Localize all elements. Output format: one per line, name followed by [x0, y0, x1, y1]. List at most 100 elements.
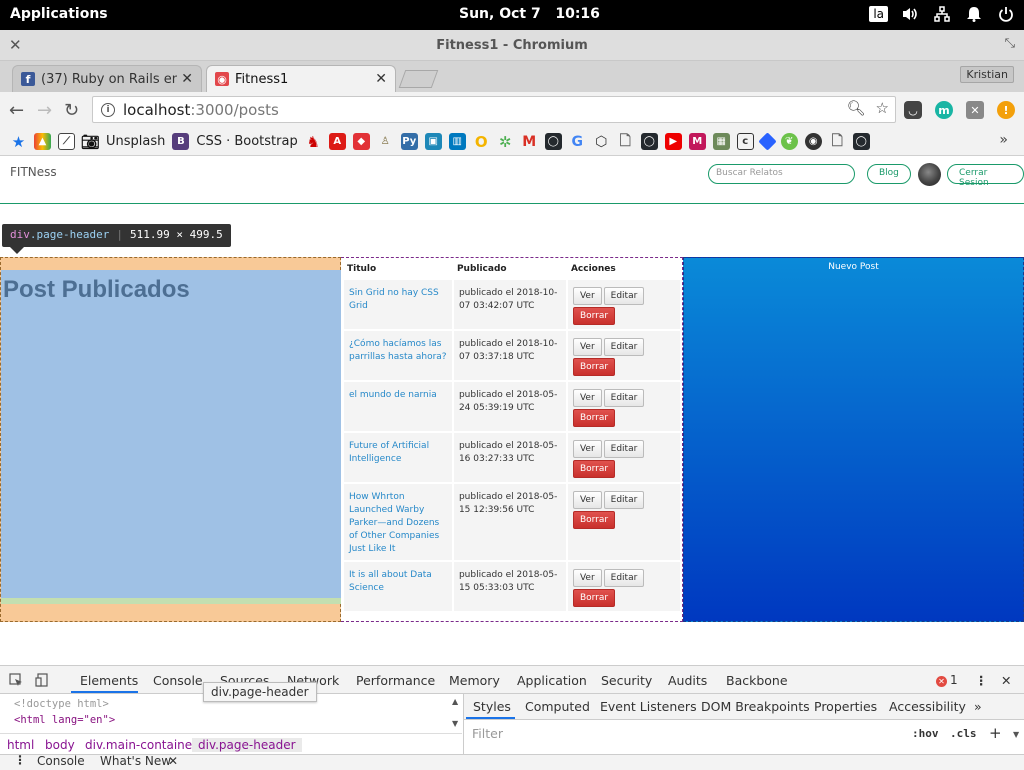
- tab-close-icon[interactable]: ✕: [181, 71, 193, 87]
- diamond-icon[interactable]: [758, 132, 777, 151]
- bookmark-css-bootstrap[interactable]: CSS · Bootstrap: [196, 134, 297, 149]
- new-tab-button[interactable]: [398, 70, 439, 88]
- network-icon[interactable]: [932, 4, 952, 24]
- codepen-icon[interactable]: ⬡: [593, 133, 610, 150]
- styles-filter-input[interactable]: [466, 722, 902, 744]
- clock[interactable]: Sun, Oct 7 10:16: [459, 6, 600, 22]
- figure-icon[interactable]: ♙: [377, 133, 394, 150]
- zoom-search-icon[interactable]: 🔍︎: [847, 99, 866, 117]
- tab-audits[interactable]: Audits: [668, 673, 707, 688]
- tab-security[interactable]: Security: [601, 673, 652, 688]
- gmail-icon[interactable]: M: [521, 133, 538, 150]
- view-button[interactable]: Ver: [572, 287, 602, 305]
- alert-extension-icon[interactable]: !: [997, 101, 1015, 119]
- mercury-icon[interactable]: m: [935, 101, 953, 119]
- edit-button[interactable]: Editar: [603, 440, 645, 458]
- page-header-highlight[interactable]: Post Publicados: [0, 257, 341, 622]
- drawer-tab-close-icon[interactable]: ✕: [168, 754, 178, 768]
- forward-arrow-icon[interactable]: →: [37, 100, 52, 121]
- inspect-element-icon[interactable]: [9, 673, 23, 690]
- extension-x-icon[interactable]: ✕: [966, 101, 984, 119]
- tab-console[interactable]: Console: [153, 673, 203, 688]
- tab-styles[interactable]: Styles: [473, 699, 511, 714]
- python-icon[interactable]: Py: [400, 133, 418, 150]
- edit-button[interactable]: Editar: [603, 338, 645, 356]
- bookmark-unsplash[interactable]: Unsplash: [106, 134, 165, 149]
- tab-event-listeners[interactable]: Event Listeners: [600, 699, 697, 714]
- address-bar[interactable]: i localhost:3000/posts 🔍︎ ☆: [92, 96, 896, 123]
- view-button[interactable]: Ver: [572, 338, 602, 356]
- post-title-link[interactable]: It is all about Data Science: [344, 562, 452, 611]
- devtools-close-icon[interactable]: ✕: [1001, 673, 1011, 688]
- dom-html-node[interactable]: <html lang="en">: [14, 714, 115, 726]
- post-title-link[interactable]: ¿Cómo hacíamos las parrillas hasta ahora…: [344, 331, 452, 380]
- tab-application[interactable]: Application: [517, 673, 587, 688]
- edit-button[interactable]: Editar: [603, 287, 645, 305]
- github-icon[interactable]: ◯: [544, 133, 562, 150]
- profile-button[interactable]: Kristian: [960, 66, 1014, 83]
- tab-elements[interactable]: Elements: [80, 673, 138, 688]
- scroll-down-icon[interactable]: ▼: [1013, 730, 1019, 739]
- crumb-page-header[interactable]: div.page-header: [192, 738, 302, 752]
- volume-icon[interactable]: [900, 4, 920, 24]
- tab-properties[interactable]: Properties: [814, 699, 877, 714]
- page-icon[interactable]: 🗋: [617, 133, 634, 150]
- back-arrow-icon[interactable]: ←: [9, 100, 24, 121]
- angular-icon[interactable]: A: [328, 133, 346, 150]
- scroll-up-icon[interactable]: ▲: [452, 697, 458, 706]
- new-style-rule-icon[interactable]: +: [989, 724, 1002, 742]
- delete-button[interactable]: Borrar: [572, 358, 616, 376]
- keyboard-layout-indicator[interactable]: la: [869, 6, 888, 22]
- tab-ruby-on-rails[interactable]: f (37) Ruby on Rails en Esp ✕: [12, 65, 202, 92]
- error-counter[interactable]: ✕ 1: [936, 673, 958, 687]
- scroll-down-icon[interactable]: ▼: [452, 719, 458, 728]
- star-icon[interactable]: ★: [10, 133, 27, 151]
- power-icon[interactable]: [996, 4, 1016, 24]
- pocket-icon[interactable]: ◡: [904, 101, 922, 119]
- tab-backbone[interactable]: Backbone: [726, 673, 788, 688]
- bucket-icon[interactable]: ▣: [424, 133, 442, 150]
- reload-icon[interactable]: ↻: [64, 100, 79, 121]
- c-sharp-icon[interactable]: c: [736, 133, 754, 150]
- tab-accessibility[interactable]: Accessibility: [889, 699, 966, 714]
- camera-icon[interactable]: 📷︎: [81, 133, 100, 151]
- new-post-panel[interactable]: Nuevo Post: [683, 257, 1024, 622]
- site-info-icon[interactable]: i: [101, 102, 115, 117]
- github-icon[interactable]: ◯: [640, 133, 658, 150]
- mail-red-icon[interactable]: M: [688, 133, 706, 150]
- leaf-icon[interactable]: ❦: [780, 133, 798, 150]
- view-button[interactable]: Ver: [572, 569, 602, 587]
- youtube-icon[interactable]: ▶: [664, 133, 682, 150]
- disc-icon[interactable]: ◉: [804, 133, 822, 150]
- post-title-link[interactable]: Future of Artificial Intelligence: [344, 433, 452, 482]
- tab-performance[interactable]: Performance: [356, 673, 435, 688]
- google-icon[interactable]: G: [569, 133, 586, 150]
- shield-red-icon[interactable]: ◆: [352, 133, 370, 150]
- applications-menu[interactable]: Applications: [10, 6, 108, 22]
- drawer-tab-whats-new[interactable]: What's New: [100, 754, 171, 768]
- avatar[interactable]: [918, 163, 941, 186]
- hov-toggle[interactable]: :hov: [912, 727, 939, 740]
- inkscape-icon[interactable]: ⟋: [58, 133, 75, 150]
- tab-computed[interactable]: Computed: [525, 699, 590, 714]
- more-options-icon[interactable]: ⋮: [975, 673, 988, 688]
- crumb-main-container[interactable]: div.main-container: [85, 738, 197, 752]
- window-restore-icon[interactable]: ⤡: [1005, 36, 1015, 51]
- trello-icon[interactable]: ▥: [448, 133, 466, 150]
- post-title-link[interactable]: el mundo de narnia: [344, 382, 452, 431]
- crumb-body[interactable]: body: [45, 738, 75, 752]
- delete-button[interactable]: Borrar: [572, 307, 616, 325]
- view-button[interactable]: Ver: [572, 440, 602, 458]
- logout-button[interactable]: Cerrar Sesion: [947, 164, 1024, 188]
- photo-icon[interactable]: ▦: [712, 133, 730, 150]
- edit-button[interactable]: Editar: [603, 569, 645, 587]
- dom-doctype[interactable]: <!doctype html>: [14, 698, 109, 710]
- page-icon[interactable]: 🗋: [829, 133, 846, 150]
- drawer-menu-icon[interactable]: ⋮: [14, 753, 26, 767]
- edit-button[interactable]: Editar: [603, 389, 645, 407]
- tab-dom-breakpoints[interactable]: DOM Breakpoints: [701, 699, 810, 714]
- post-title-link[interactable]: How Whrton Launched Warby Parker—and Doz…: [344, 484, 452, 560]
- view-button[interactable]: Ver: [572, 389, 602, 407]
- device-toolbar-icon[interactable]: [35, 673, 49, 690]
- bug-icon[interactable]: ✲: [497, 133, 514, 151]
